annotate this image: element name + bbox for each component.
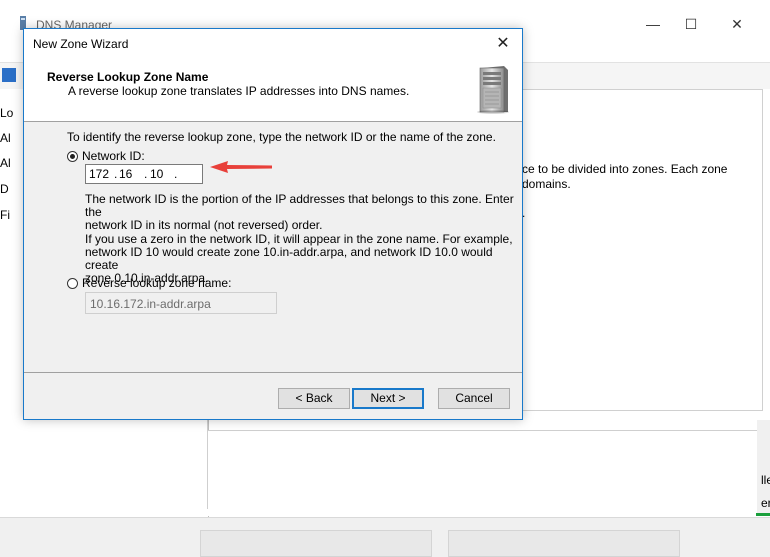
tree-item[interactable]: D (0, 182, 9, 196)
details-text: lle (761, 473, 770, 487)
page-subtitle: A reverse lookup zone translates IP addr… (68, 84, 410, 98)
zone-name-option[interactable]: Reverse lookup zone name: (67, 276, 231, 290)
octet-separator: . (144, 167, 148, 181)
zone-name-input: 10.16.172.in-addr.arpa (85, 292, 277, 314)
octet-2[interactable]: 16 (119, 167, 132, 181)
back-arrow-icon[interactable] (2, 68, 16, 82)
tree-item[interactable]: Al (0, 156, 11, 170)
red-arrow-icon (210, 161, 272, 173)
page-title: Reverse Lookup Zone Name (47, 70, 209, 84)
network-id-label: Network ID: (82, 149, 145, 163)
wizard-footer: < Back Next > Cancel (24, 372, 522, 420)
tree-item[interactable]: Al (0, 131, 11, 145)
wizard-body: To identify the reverse lookup zone, typ… (24, 122, 522, 372)
window-close-button[interactable]: ✕ (722, 12, 752, 36)
minimize-button[interactable]: — (638, 12, 668, 36)
dialog-title: New Zone Wizard (33, 37, 129, 51)
details-text: ce to be divided into zones. Each zone (522, 162, 728, 176)
next-button[interactable]: Next > (352, 388, 424, 409)
tree-item[interactable]: Lo (0, 106, 13, 120)
zone-name-label: Reverse lookup zone name: (82, 276, 232, 290)
help-line: network ID in its normal (not reversed) … (85, 218, 323, 232)
status-bar (0, 517, 770, 557)
status-cell (200, 530, 432, 557)
dialog-titlebar: New Zone Wizard ✕ (24, 29, 522, 59)
network-id-option[interactable]: Network ID: (67, 149, 145, 163)
tree-item[interactable]: Fi (0, 208, 10, 222)
details-bottom (208, 430, 770, 516)
progress-indicator (756, 513, 770, 516)
network-id-input[interactable]: 172 . 16 . 10 . (85, 164, 203, 184)
octet-1[interactable]: 172 (89, 167, 109, 181)
instruction-text: To identify the reverse lookup zone, typ… (67, 130, 496, 144)
cancel-button[interactable]: Cancel (438, 388, 510, 409)
status-cell (448, 530, 680, 557)
server-icon (477, 66, 509, 114)
octet-separator: . (174, 167, 178, 181)
details-text: er (761, 496, 770, 510)
maximize-button[interactable]: ☐ (676, 12, 706, 36)
network-id-help: The network ID is the portion of the IP … (85, 193, 522, 232)
octet-separator: . (114, 167, 118, 181)
details-text: domains. (522, 177, 571, 191)
close-icon[interactable]: ✕ (492, 33, 514, 55)
help-line: The network ID is the portion of the IP … (85, 192, 514, 219)
octet-3[interactable]: 10 (150, 167, 163, 181)
help-line: network ID 10 would create zone 10.in-ad… (85, 245, 493, 272)
wizard-header: Reverse Lookup Zone Name A reverse looku… (24, 59, 522, 122)
back-button[interactable]: < Back (278, 388, 350, 409)
new-zone-wizard-dialog: New Zone Wizard ✕ Reverse Lookup Zone Na… (23, 28, 523, 420)
network-id-radio[interactable] (67, 150, 78, 162)
zone-name-radio[interactable] (67, 277, 78, 289)
